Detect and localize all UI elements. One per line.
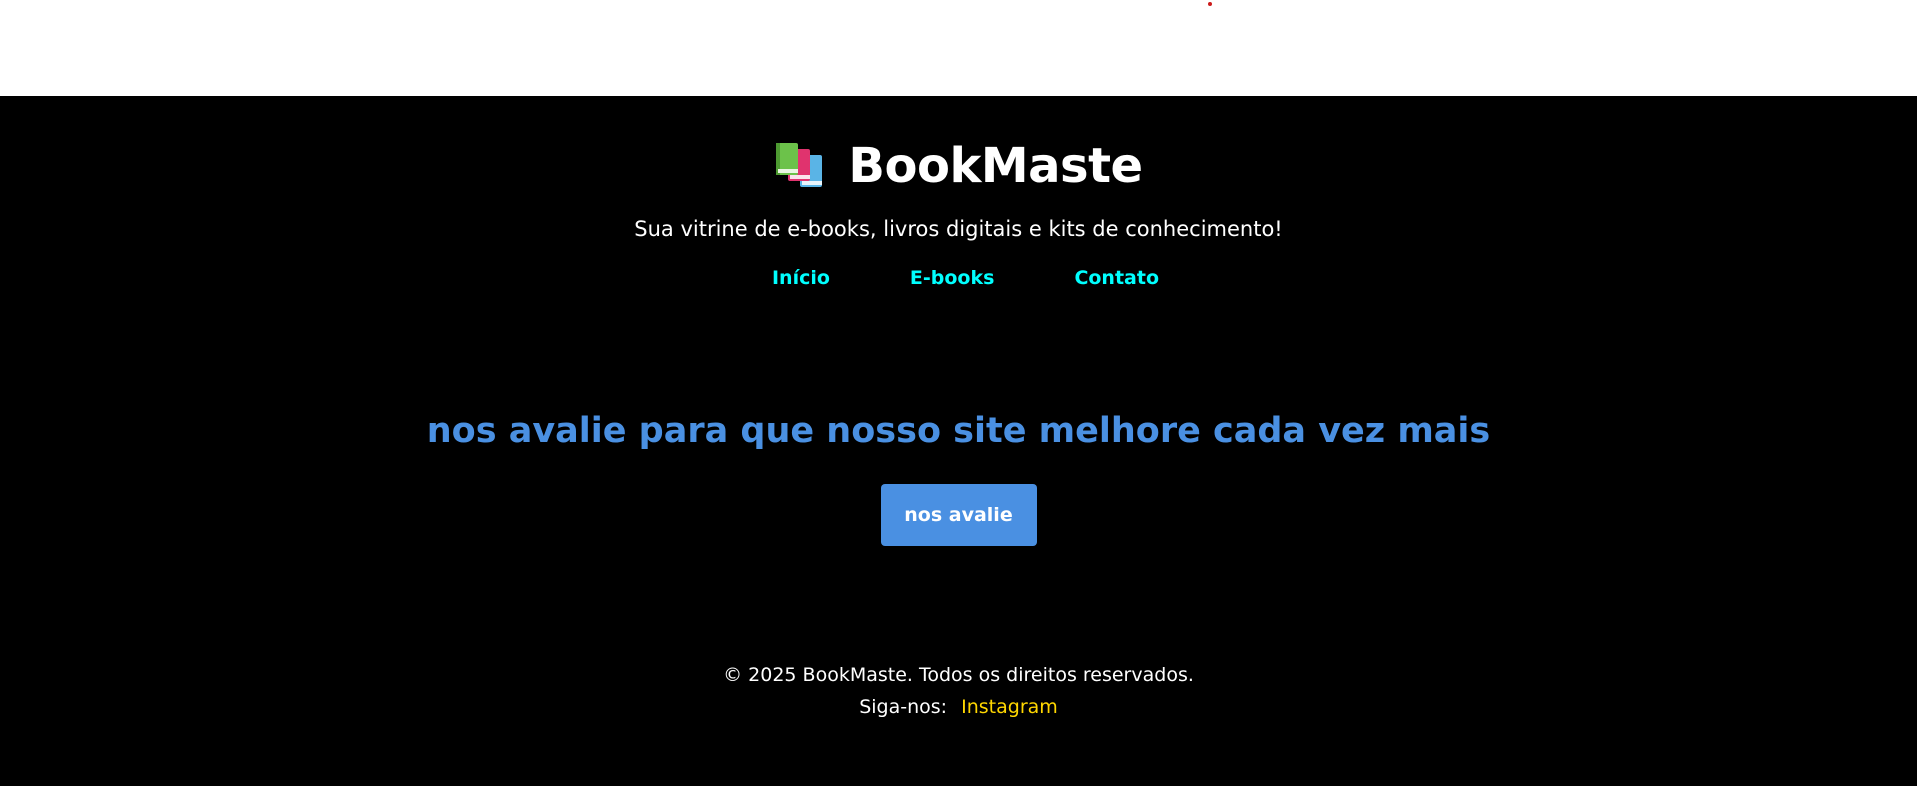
review-button[interactable]: nos avalie: [880, 484, 1037, 546]
page-body: BookMaste Sua vitrine de e-books, livros…: [0, 96, 1917, 786]
follow-row: Siga-nos: Instagram: [0, 691, 1917, 723]
top-blank-area: [0, 0, 1917, 96]
nav-link-inicio[interactable]: Início: [772, 266, 830, 290]
follow-label: Siga-nos:: [859, 696, 948, 718]
brand: BookMaste: [0, 136, 1917, 196]
site-title: BookMaste: [848, 138, 1143, 194]
site-header: BookMaste Sua vitrine de e-books, livros…: [0, 136, 1917, 290]
red-dot-mark: [1208, 2, 1212, 6]
books-icon: [774, 141, 826, 191]
site-footer: © 2025 BookMaste. Todos os direitos rese…: [0, 659, 1917, 723]
nav-link-contato[interactable]: Contato: [1074, 266, 1159, 290]
review-heading: nos avalie para que nosso site melhore c…: [426, 411, 1491, 451]
nav-link-ebooks[interactable]: E-books: [910, 266, 995, 290]
main-nav: Início E-books Contato: [0, 266, 1917, 290]
instagram-link[interactable]: Instagram: [961, 696, 1058, 718]
review-section: nos avalie para que nosso site melhore c…: [0, 408, 1917, 546]
copyright-text: © 2025 BookMaste. Todos os direitos rese…: [723, 664, 1194, 686]
site-tagline: Sua vitrine de e-books, livros digitais …: [634, 217, 1283, 241]
